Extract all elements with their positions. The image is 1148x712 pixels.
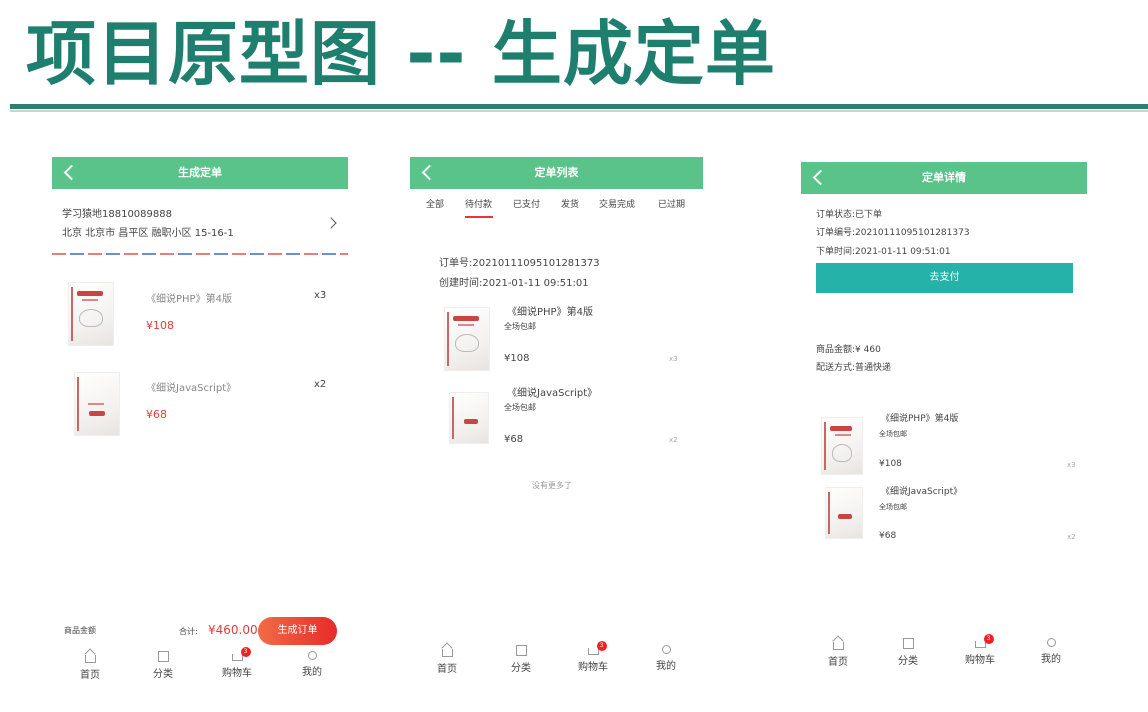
title-rule-shadow — [10, 110, 1148, 112]
tab-home[interactable]: 首页 — [816, 638, 860, 668]
order-time: 下单时间:2021-01-11 09:51:01 — [816, 247, 951, 257]
order-status: 订单状态:已下单 — [816, 210, 883, 220]
back-icon[interactable] — [63, 164, 80, 181]
item-qty: x3 — [314, 290, 327, 301]
home-icon — [832, 642, 844, 650]
item-tag: 全场包邮 — [879, 430, 907, 438]
book-cover-js — [825, 487, 863, 539]
topbar-title: 定单列表 — [534, 166, 579, 179]
order-number: 订单号:20210111095101281373 — [439, 258, 600, 269]
back-icon[interactable] — [812, 169, 829, 186]
tab-paid[interactable]: 已支付 — [513, 197, 540, 210]
home-icon — [441, 649, 453, 657]
grid-icon — [157, 651, 169, 662]
cart-icon: 3 — [974, 634, 994, 648]
book-cover-php — [821, 417, 863, 475]
tab-home[interactable]: 首页 — [425, 645, 469, 675]
tab-cart[interactable]: 3 购物车 — [215, 647, 259, 679]
book-cover-js — [74, 372, 120, 436]
tab-home[interactable]: 首页 — [68, 651, 112, 681]
item-price: ¥108 — [146, 319, 174, 332]
tab-cart[interactable]: 3 购物车 — [571, 641, 615, 673]
cart-icon: 3 — [231, 647, 251, 661]
item-qty: x3 — [669, 355, 678, 363]
tab-me[interactable]: 我的 — [1029, 638, 1073, 665]
item-name: 《细说JavaScript》 — [146, 383, 237, 394]
item-tag: 全场包邮 — [504, 403, 536, 412]
address-detail: 北京 北京市 昌平区 融职小区 15-16-1 — [62, 228, 234, 239]
topbar: 定单详情 — [801, 162, 1087, 194]
order-amount: 商品金额:¥ 460 — [816, 345, 881, 355]
item-tag: 全场包邮 — [504, 322, 536, 331]
item-qty: x2 — [314, 379, 327, 390]
user-icon — [1046, 638, 1056, 647]
order-created-time: 创建时间:2021-01-11 09:51:01 — [439, 278, 589, 289]
order-number: 订单编号:20210111095101281373 — [816, 228, 970, 238]
item-name: 《细说JavaScript》 — [507, 388, 598, 399]
active-tab-underline — [465, 216, 493, 218]
item-qty: x2 — [1067, 533, 1076, 541]
tab-all[interactable]: 全部 — [426, 197, 444, 210]
address-divider — [52, 253, 348, 255]
shipping-method: 配送方式:普通快递 — [816, 363, 892, 373]
book-cover-js — [449, 392, 489, 444]
item-name: 《细说PHP》第4版 — [881, 414, 959, 424]
back-icon[interactable] — [421, 164, 438, 181]
user-icon — [307, 651, 317, 660]
cart-badge: 3 — [983, 634, 994, 644]
cart-badge: 3 — [596, 641, 607, 651]
pay-button[interactable]: 去支付 — [816, 263, 1073, 293]
item-name: 《细说JavaScript》 — [881, 487, 963, 497]
no-more-text: 没有更多了 — [532, 481, 572, 490]
item-tag: 全场包邮 — [879, 503, 907, 511]
item-price: ¥108 — [879, 459, 902, 469]
tab-me[interactable]: 我的 — [290, 651, 334, 678]
user-icon — [661, 645, 671, 654]
screen-order-detail: 定单详情 订单状态:已下单 订单编号:20210111095101281373 … — [801, 162, 1087, 682]
grid-icon — [902, 638, 914, 649]
item-qty: x3 — [1067, 461, 1076, 469]
tab-expired[interactable]: 已过期 — [658, 197, 685, 210]
tab-pending-payment[interactable]: 待付款 — [465, 197, 492, 210]
screen-order-list: 定单列表 全部 待付款 已支付 发货 交易完成 已过期 订单号:20210111… — [410, 157, 703, 697]
topbar-title: 生成定单 — [178, 166, 222, 179]
chevron-right-icon[interactable] — [325, 217, 337, 229]
item-price: ¥68 — [504, 434, 524, 445]
cart-badge: 3 — [240, 647, 251, 657]
title-rule — [10, 104, 1148, 109]
item-name: 《细说PHP》第4版 — [507, 307, 593, 318]
create-order-button[interactable]: 生成订单 — [258, 617, 337, 645]
tab-me[interactable]: 我的 — [644, 645, 688, 672]
item-name: 《细说PHP》第4版 — [146, 294, 232, 305]
item-qty: x2 — [669, 436, 678, 444]
item-price: ¥108 — [504, 353, 530, 364]
book-cover-php — [68, 282, 114, 346]
tab-category[interactable]: 分类 — [141, 651, 185, 680]
topbar: 定单列表 — [410, 157, 703, 189]
total-label: 合计: — [179, 627, 198, 636]
tab-completed[interactable]: 交易完成 — [599, 197, 635, 210]
tab-cart[interactable]: 3 购物车 — [958, 634, 1002, 666]
item-price: ¥68 — [879, 531, 897, 541]
item-price: ¥68 — [146, 408, 167, 421]
tab-category[interactable]: 分类 — [499, 645, 543, 674]
total-value: ¥460.00 — [208, 623, 258, 637]
tab-category[interactable]: 分类 — [886, 638, 930, 667]
amount-label: 商品金额 — [64, 626, 96, 635]
cart-icon: 3 — [587, 641, 607, 655]
book-cover-php — [444, 307, 490, 371]
address-name-phone: 学习猿地18810089888 — [62, 209, 172, 220]
topbar: 生成定单 — [52, 157, 348, 189]
topbar-title: 定单详情 — [922, 171, 966, 184]
grid-icon — [515, 645, 527, 656]
slide-title: 项目原型图 -- 生成定单 — [26, 13, 776, 95]
tab-shipped[interactable]: 发货 — [561, 197, 579, 210]
screen-create-order: 生成定单 学习猿地18810089888 北京 北京市 昌平区 融职小区 15-… — [52, 157, 348, 697]
home-icon — [84, 655, 96, 663]
